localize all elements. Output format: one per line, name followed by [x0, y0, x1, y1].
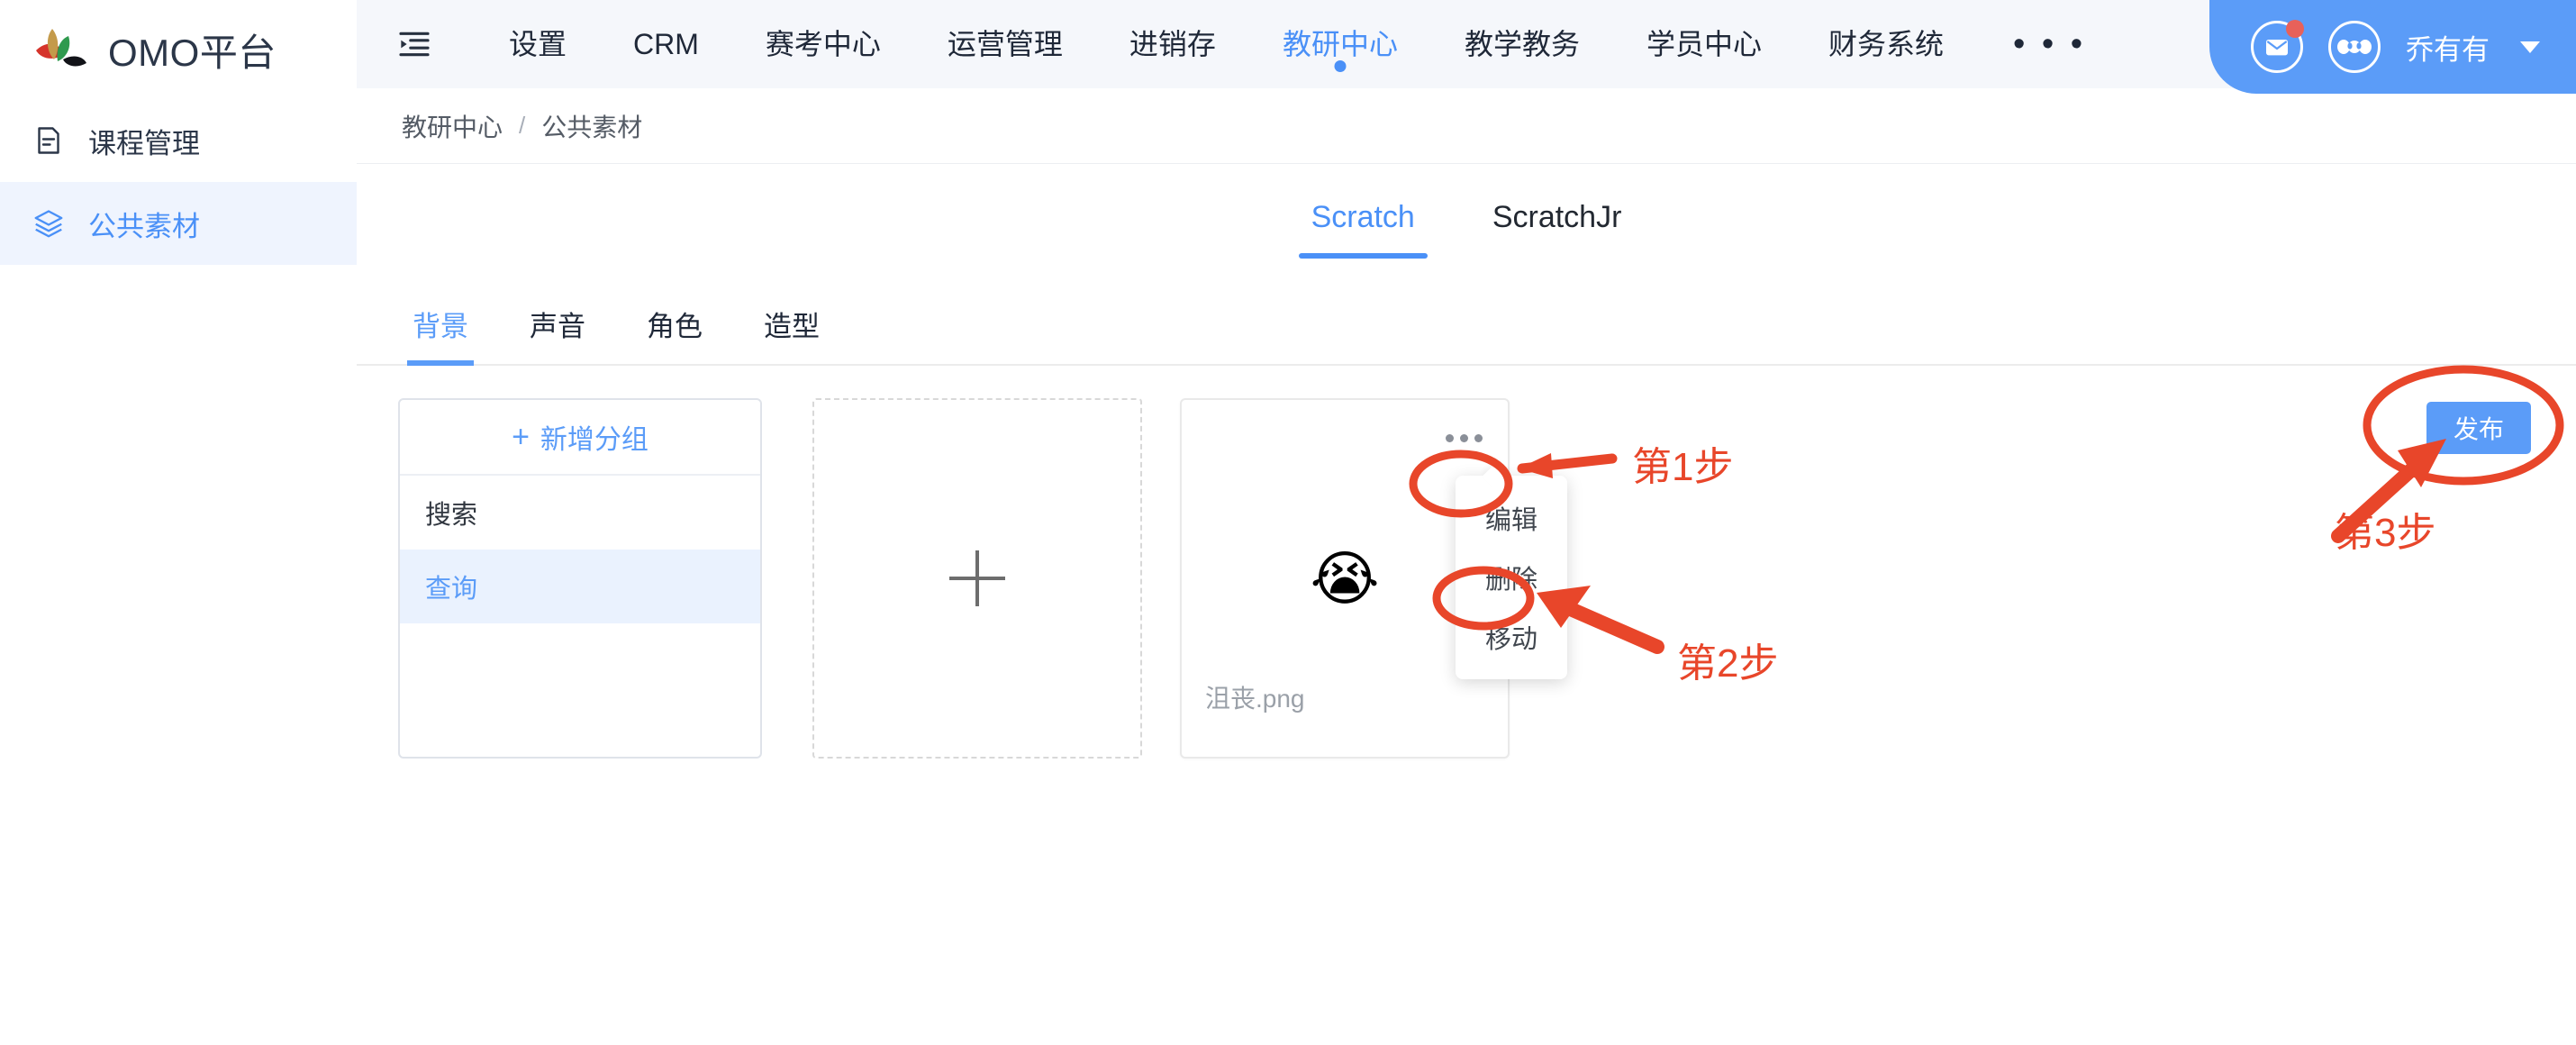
sidebar-item-label: 公共素材: [88, 210, 200, 242]
tab-scratch[interactable]: Scratch: [1298, 189, 1429, 259]
group-row-query[interactable]: 查询: [400, 550, 760, 623]
nav-item-research-center[interactable]: 教研中心: [1249, 0, 1431, 88]
subtab-costume[interactable]: 造型: [733, 291, 850, 364]
nav-item-crm[interactable]: CRM: [600, 0, 732, 88]
sidebar-item-label: 课程管理: [88, 127, 200, 159]
nav-more-icon[interactable]: • • •: [1977, 4, 2122, 85]
workspace: + 新增分组 搜索 查询 😭 沮丧.png 编辑 删除 移动 发布: [357, 366, 2576, 759]
layers-icon: [32, 207, 65, 240]
subtab-background[interactable]: 背景: [382, 291, 499, 366]
subtab-sound[interactable]: 声音: [499, 291, 616, 364]
panda-avatar-icon[interactable]: [2328, 21, 2381, 73]
nav-item-operations[interactable]: 运营管理: [914, 0, 1096, 88]
breadcrumb-separator: /: [519, 112, 526, 139]
unread-badge: [2286, 20, 2304, 38]
asset-filename: 沮丧.png: [1205, 685, 1305, 713]
add-group-label: 新增分组: [540, 425, 649, 455]
nav-item-inventory[interactable]: 进销存: [1096, 0, 1249, 88]
nav-item-exam-center[interactable]: 赛考中心: [732, 0, 914, 88]
nav-item-teaching-affairs[interactable]: 教学教务: [1431, 0, 1613, 88]
document-icon: [32, 124, 65, 157]
menu-item-move[interactable]: 移动: [1456, 607, 1567, 667]
group-panel: + 新增分组 搜索 查询: [398, 398, 762, 759]
plus-icon: +: [512, 420, 530, 454]
brand-title: OMO平台: [108, 31, 277, 74]
mail-icon[interactable]: [2251, 20, 2304, 73]
main-area: 设置 CRM 赛考中心 运营管理 进销存 教研中心 教学教务 学员中心 财务系统…: [357, 0, 2576, 1045]
more-dots-icon[interactable]: [1439, 423, 1488, 452]
top-navigation-bar: 设置 CRM 赛考中心 运营管理 进销存 教研中心 教学教务 学员中心 财务系统…: [357, 0, 2576, 94]
tab-scratchjr[interactable]: ScratchJr: [1489, 189, 1626, 259]
sidebar: OMO平台 课程管理 公共素材: [0, 0, 357, 1045]
add-group-button[interactable]: + 新增分组: [400, 400, 760, 476]
nav-item-finance-system[interactable]: 财务系统: [1795, 0, 1977, 88]
asset-card[interactable]: 😭 沮丧.png 编辑 删除 移动: [1180, 398, 1567, 759]
collapse-menu-icon[interactable]: [395, 24, 434, 64]
asset-type-tabs: 背景 声音 角色 造型: [357, 291, 2576, 366]
add-asset-card[interactable]: [812, 398, 1142, 759]
publish-button[interactable]: 发布: [2426, 402, 2531, 454]
content-panel: Scratch ScratchJr 背景 声音 角色 造型 + 新增分组 搜索 …: [357, 164, 2576, 1045]
nav-items: 设置 CRM 赛考中心 运营管理 进销存 教研中心 教学教务 学员中心 财务系统…: [476, 0, 2122, 88]
brand: OMO平台: [0, 0, 357, 99]
asset-context-menu: 编辑 删除 移动: [1456, 476, 1567, 679]
nav-item-settings[interactable]: 设置: [476, 0, 600, 88]
menu-item-edit[interactable]: 编辑: [1456, 488, 1567, 548]
sidebar-item-public-materials[interactable]: 公共素材: [0, 182, 357, 265]
app-root: OMO平台 课程管理 公共素材 设置 CRM 赛考中心 运营管理 进销存 教研中…: [0, 0, 2576, 1045]
user-area: 乔有有: [2209, 0, 2576, 94]
leaf-logo-icon: [32, 27, 88, 72]
group-row-search[interactable]: 搜索: [400, 476, 760, 550]
plus-icon: [949, 550, 1005, 606]
breadcrumb: 教研中心 / 公共素材: [357, 88, 2576, 164]
subtab-sprite[interactable]: 角色: [616, 291, 733, 364]
breadcrumb-item-parent[interactable]: 教研中心: [402, 108, 503, 144]
nav-item-student-center[interactable]: 学员中心: [1613, 0, 1795, 88]
asset-card-grid: 😭 沮丧.png 编辑 删除 移动: [812, 398, 1567, 759]
menu-item-delete[interactable]: 删除: [1456, 548, 1567, 607]
breadcrumb-item-current: 公共素材: [541, 113, 643, 141]
user-name: 乔有有: [2406, 33, 2490, 66]
sidebar-item-course-management[interactable]: 课程管理: [0, 99, 357, 182]
chevron-down-icon[interactable]: [2520, 41, 2540, 53]
product-tabs: Scratch ScratchJr: [357, 164, 2576, 259]
